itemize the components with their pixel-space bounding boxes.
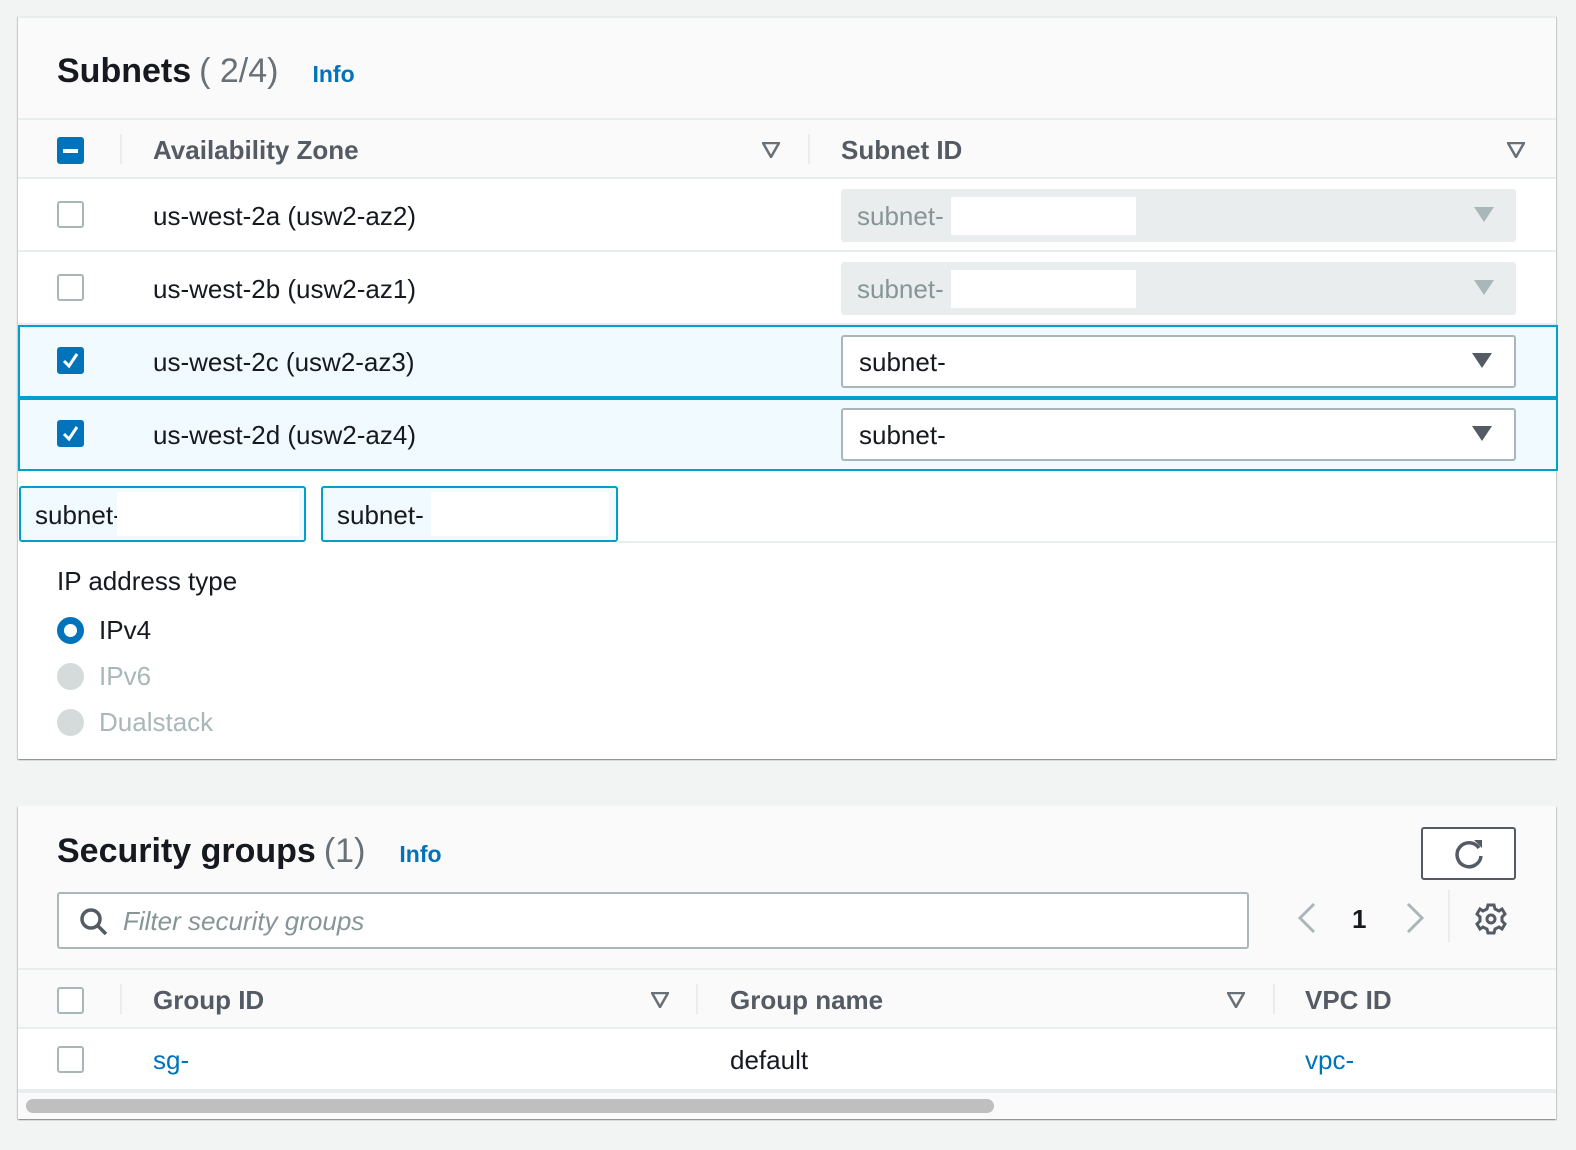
radio-ipv6 [57,663,84,690]
select-all-checkbox[interactable] [57,987,84,1014]
caret-down-icon [1472,426,1492,441]
refresh-icon [1454,839,1483,868]
filter-input[interactable] [123,904,1223,938]
subnet-select-value: subnet- [859,420,946,450]
sort-icon[interactable] [762,142,780,158]
row-checkbox[interactable] [57,1046,84,1073]
redacted-region [431,492,609,536]
table-row[interactable]: us-west-2a (usw2-az2) subnet- [18,179,1556,252]
settings-gear-icon[interactable] [1474,902,1508,936]
security-groups-title: Security groups [57,832,316,870]
search-icon [80,908,108,936]
next-page-icon[interactable] [1404,902,1426,934]
previous-page-icon[interactable] [1296,902,1318,934]
security-groups-header: Security groups (1) Info 1 [18,806,1556,970]
subnet-select-value: subnet- [859,347,946,377]
security-groups-count: (1) [323,832,366,870]
token-label: subnet- [337,500,424,530]
availability-zone: us-west-2a (usw2-az2) [153,201,416,231]
row-checkbox[interactable] [57,274,84,301]
subnets-panel: Subnets ( 2/4) Info Availability Zone Su… [18,16,1558,759]
table-row[interactable]: us-west-2b (usw2-az1) subnet- [18,252,1556,325]
column-separator [696,984,698,1014]
row-checkbox[interactable] [57,201,84,228]
sort-icon[interactable] [651,992,669,1008]
redacted-region [951,197,1136,235]
row-checkbox[interactable] [57,420,84,447]
subnets-info-link[interactable]: Info [312,61,354,88]
caret-down-icon [1472,353,1492,368]
caret-down-icon [1474,207,1494,222]
group-id-link[interactable]: sg- [153,1045,189,1076]
column-separator [120,984,122,1014]
radio-dualstack [57,709,84,736]
selected-subnet-token[interactable]: subnet- [321,486,618,542]
pager-separator [1448,890,1450,942]
sort-icon[interactable] [1507,142,1525,158]
subnet-select-value: subnet- [857,274,944,304]
subnet-select[interactable]: subnet- [841,408,1516,461]
checkmark-icon [62,353,79,369]
subnets-table-header: Availability Zone Subnet ID [18,118,1556,179]
selected-subnet-token[interactable]: subnet- [19,486,306,542]
redacted-region [951,270,1136,308]
table-row-selected[interactable]: us-west-2d (usw2-az4) subnet- [18,398,1558,471]
caret-down-icon [1474,280,1494,295]
availability-zone: us-west-2c (usw2-az3) [153,347,415,377]
subnets-count: ( 2/4) [199,52,279,90]
subnets-title-row: Subnets ( 2/4) Info [18,52,355,91]
security-groups-title-row: Security groups (1) Info [18,832,442,871]
refresh-button[interactable] [1421,827,1516,880]
select-all-checkbox[interactable] [57,137,84,164]
divider [618,541,1556,543]
availability-zone: us-west-2b (usw2-az1) [153,274,416,304]
subnets-title: Subnets [57,52,192,90]
subnet-select-value: subnet- [857,201,944,231]
table-row[interactable]: sg- default vpc- [18,1029,1556,1091]
scrollbar-thumb[interactable] [26,1099,994,1113]
radio-ipv4[interactable] [57,617,84,644]
vpc-id-link[interactable]: vpc- [1305,1045,1354,1076]
subnet-select[interactable]: subnet- [841,335,1516,388]
column-separator [1273,984,1275,1014]
availability-zone: us-west-2d (usw2-az4) [153,420,416,450]
row-checkbox[interactable] [57,347,84,374]
indeterminate-icon [63,149,78,153]
table-row-selected[interactable]: us-west-2c (usw2-az3) subnet- [18,325,1558,398]
column-header-subnet-id[interactable]: Subnet ID [841,135,962,166]
column-separator [808,134,810,164]
column-separator [120,134,122,164]
column-header-vpc-id[interactable]: VPC ID [1305,985,1392,1016]
subnet-select: subnet- [841,189,1516,242]
token-label: subnet- [35,500,122,530]
ip-address-type-label: IP address type [57,566,238,596]
radio-label-dualstack: Dualstack [99,707,214,737]
group-name: default [730,1045,809,1075]
column-header-group-name[interactable]: Group name [730,985,883,1016]
filter-security-groups[interactable] [57,892,1249,949]
radio-label-ipv4[interactable]: IPv4 [99,615,151,646]
column-header-availability-zone[interactable]: Availability Zone [153,135,359,166]
security-groups-panel: Security groups (1) Info 1 [18,806,1556,1119]
checkmark-icon [62,426,79,442]
redacted-region [117,492,299,536]
current-page-number[interactable]: 1 [1352,904,1366,935]
subnets-header: Subnets ( 2/4) Info [18,16,1556,120]
column-header-group-id[interactable]: Group ID [153,985,264,1016]
security-groups-table-header: Group ID Group name VPC ID [18,968,1556,1029]
security-groups-info-link[interactable]: Info [399,841,441,868]
subnet-select: subnet- [841,262,1516,315]
horizontal-scrollbar[interactable] [18,1091,1556,1119]
radio-label-ipv6: IPv6 [99,661,152,691]
sort-icon[interactable] [1227,992,1245,1008]
